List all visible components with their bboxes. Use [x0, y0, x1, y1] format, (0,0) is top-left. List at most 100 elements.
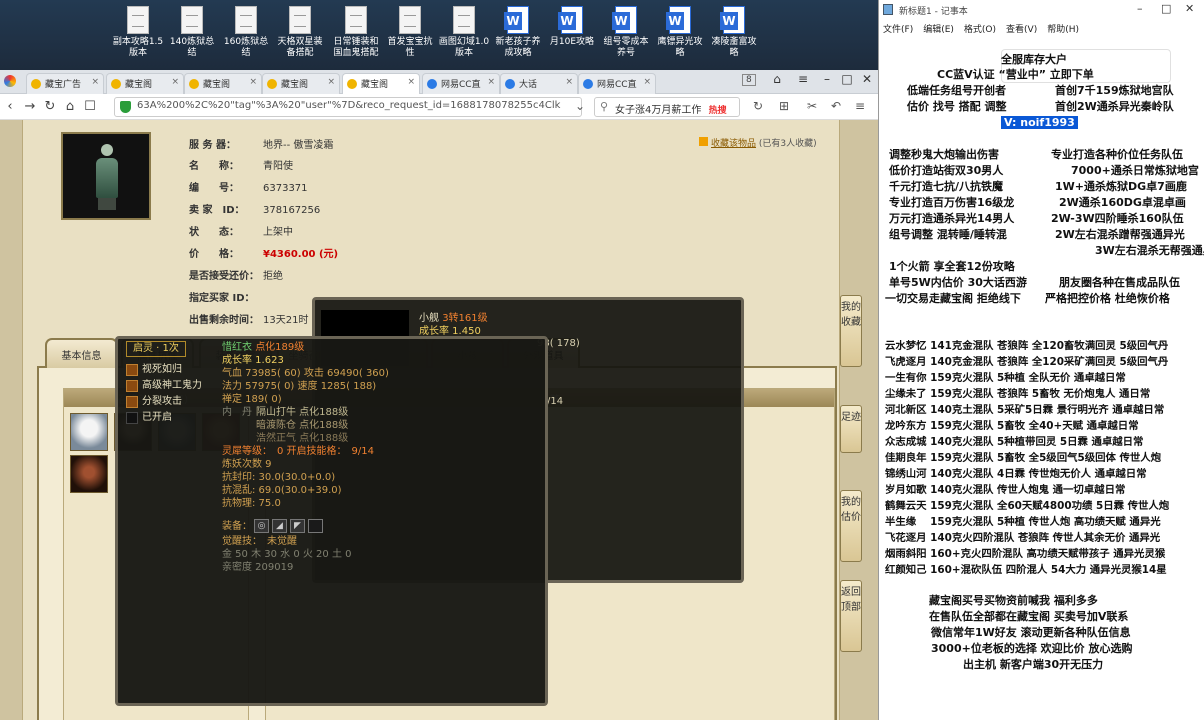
tab-close-icon[interactable]: ×	[487, 77, 495, 87]
browser-tab[interactable]: 大话 ×	[500, 73, 578, 94]
back-icon[interactable]: ‹	[2, 99, 18, 114]
favorite-area: 收藏该物品 (已有3人收藏)	[699, 136, 817, 149]
pet-skill-3[interactable]: 分裂攻击	[124, 394, 218, 410]
notepad-line: 全服库存大户	[1001, 53, 1067, 66]
minimize-button[interactable]: –	[816, 72, 838, 86]
browser-tab[interactable]: 藏宝阁 ×	[262, 73, 340, 94]
shirt-icon[interactable]: ⌂	[766, 72, 788, 86]
notepad-menu-item[interactable]: 帮助(H)	[1047, 25, 1079, 35]
notepad-maximize-button[interactable]: □	[1161, 2, 1171, 15]
notepad-line: 岁月如歌 140克火混队 传世人炮鬼 通一切卓越日常	[885, 484, 1126, 496]
notepad-line: 在售队伍全部都在藏宝阁 买卖号加V联系	[929, 610, 1129, 623]
tab-close-icon[interactable]: ×	[407, 77, 415, 87]
notepad-line: 专业打造各种价位任务队伍	[1051, 148, 1183, 161]
notepad-menu-item[interactable]: 查看(V)	[1006, 25, 1037, 35]
favorite-link[interactable]: 收藏该物品	[711, 139, 756, 149]
pet-thumb-5[interactable]	[70, 455, 108, 493]
tab-favicon-icon	[267, 79, 277, 89]
notepad-line: 河北新区 140克土混队 5采矿5日霖 景行明光齐 通卓越日常	[885, 404, 1165, 416]
forward-icon[interactable]: →	[22, 99, 38, 114]
notepad-line: 云水梦忆 141克金混队 苍狼阵 全120畜牧满回灵 5级回气丹	[885, 340, 1169, 352]
star-icon	[699, 137, 708, 146]
tab-close-icon[interactable]: ×	[565, 77, 573, 87]
desktop-icon[interactable]: W 凑陵齑富攻略	[708, 6, 760, 59]
skill-icon	[126, 380, 138, 392]
info-remain: 出售剩余时间： 13天21时	[189, 315, 309, 326]
secure-shield-icon	[120, 101, 131, 113]
search-box[interactable]: ⚲ 女子涨4万月薪工作 热搜	[594, 97, 740, 117]
side-button[interactable]: 我的收藏	[840, 295, 862, 367]
notepad-menu-item[interactable]: 文件(F)	[883, 25, 913, 35]
pet-equip-label: 装备：	[222, 521, 252, 532]
side-button[interactable]: 我的估价	[840, 490, 862, 562]
pet-equip-slots: ◎ ◢ ◤	[254, 519, 344, 535]
scissors-icon[interactable]: ✂	[804, 99, 820, 113]
notepad-line: 尘缘未了 159克火混队 苍狼阵 5畜牧 无价炮鬼人 通日常	[885, 388, 1151, 400]
side-button[interactable]: 足迹	[840, 405, 862, 453]
more-menu-icon[interactable]: ≡	[852, 99, 868, 113]
tab-close-icon[interactable]: ×	[249, 77, 257, 87]
desktop-icon[interactable]: 160炼狱总结	[220, 6, 272, 59]
notepad-minimize-button[interactable]: –	[1137, 2, 1143, 15]
pet-skill-1[interactable]: 视死如归	[124, 362, 218, 378]
skill-icon	[126, 364, 138, 376]
reload-icon[interactable]: ↻	[42, 99, 58, 114]
refresh-icon[interactable]: ↻	[750, 99, 766, 113]
selected-contact-text[interactable]: V: noif1993	[1001, 116, 1078, 129]
desktop-icon[interactable]: 副本攻略1.5版本	[112, 6, 164, 59]
side-button[interactable]: 返回顶部	[840, 580, 862, 652]
notepad-close-button[interactable]: ✕	[1185, 2, 1194, 15]
equip-slot-1[interactable]: ◎	[254, 519, 269, 533]
tab-close-icon[interactable]: ×	[327, 77, 335, 87]
pet-thumb-1[interactable]	[70, 413, 108, 451]
browser-tab-label: 藏宝阁	[203, 80, 231, 90]
notepad-menu-item[interactable]: 编辑(E)	[923, 25, 954, 35]
page-tab[interactable]: 基本信息	[45, 338, 118, 368]
equip-slot-2[interactable]: ◢	[272, 519, 287, 533]
address-bar[interactable]: 63A%200%2C%20"tag"%3A%20"user"%7D&reco_r…	[114, 97, 582, 117]
kid-partial-2: /14	[547, 396, 564, 407]
browser-tab[interactable]: 藏宝阁 ×	[106, 73, 184, 94]
undo-icon[interactable]: ↶	[828, 99, 844, 113]
pet-skill-4[interactable]: 已开启	[124, 410, 218, 426]
browser-tab[interactable]: 藏宝阁 ×	[342, 73, 420, 94]
desktop-icon[interactable]: 画图幻域1.0版本	[438, 6, 490, 59]
browser-tab[interactable]: 网易CC直 ×	[578, 73, 656, 94]
desktop-icon[interactable]: W 鹰镖异光攻略	[654, 6, 706, 59]
notepad-text-area[interactable]: 全服库存大户 CC蓝V认证 “营业中” 立即下单 低端任务组号开创者 首创7千159炼…	[879, 37, 1204, 720]
tab-close-icon[interactable]: ×	[643, 77, 651, 87]
dropdown-icon[interactable]: ⌄	[572, 99, 588, 113]
tab-favicon-icon	[505, 79, 515, 89]
close-window-button[interactable]: ✕	[856, 72, 878, 86]
notepad-line: 一切交易走藏宝阁 拒绝线下	[885, 292, 1021, 305]
tab-close-icon[interactable]: ×	[91, 77, 99, 87]
browser-tab[interactable]: 藏宝阁 ×	[184, 73, 262, 94]
notepad-line: 首创2W通杀异光秦岭队	[1055, 100, 1174, 113]
grid-icon[interactable]: ⊞	[776, 99, 792, 113]
browser-tab[interactable]: 网易CC直 ×	[422, 73, 500, 94]
notepad-line: 锦绣山河 140克火混队 4日霖 传世炮无价人 通卓越日常	[885, 468, 1147, 480]
notepad-titlebar: 新标题1 - 记事本 – □ ✕	[879, 0, 1204, 19]
notepad-line: 1W+通杀炼狱DG卓7画鹿	[1055, 180, 1187, 193]
desktop-icon[interactable]: W 新老孩子养成攻略	[492, 6, 544, 59]
browser-tab[interactable]: 藏宝广告 ×	[26, 73, 104, 94]
desktop-icon[interactable]: W 组号零成本养号	[600, 6, 652, 59]
notepad-line: 2W-3W四阶睡杀160队伍	[1051, 212, 1184, 225]
tab-favicon-icon	[189, 79, 199, 89]
desktop-icon[interactable]: 140炼狱总结	[166, 6, 218, 59]
tab-count-badge[interactable]: 8	[742, 74, 756, 86]
menu-icon[interactable]: ≡	[792, 72, 814, 86]
home-icon[interactable]: ⌂	[62, 99, 78, 114]
notepad-line: 首创7千159炼狱地宫队	[1055, 84, 1174, 97]
maximize-button[interactable]: □	[836, 72, 858, 86]
desktop-icon[interactable]: W 月10E攻略	[546, 6, 598, 48]
notepad-menu-item[interactable]: 格式(O)	[964, 25, 996, 35]
equip-slot-3[interactable]: ◤	[290, 519, 305, 533]
desktop-icon[interactable]: 首发宝宝抗性	[384, 6, 436, 59]
desktop-icon[interactable]: 日常锤装和国血鬼搭配	[330, 6, 382, 59]
bookmark-icon[interactable]: ☐	[82, 99, 98, 114]
skill-empty-icon	[126, 412, 138, 424]
desktop-icon[interactable]: 天格双星装备搭配	[274, 6, 326, 59]
tab-close-icon[interactable]: ×	[171, 77, 179, 87]
pet-skill-2[interactable]: 高级神工鬼力	[124, 378, 218, 394]
